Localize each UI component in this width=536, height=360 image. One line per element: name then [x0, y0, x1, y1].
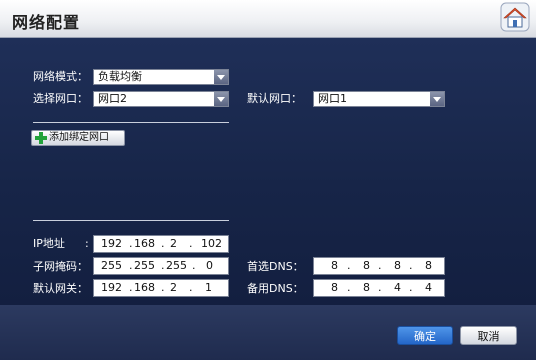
default-port-label: 默认网口： — [247, 92, 302, 105]
default-gateway-field[interactable]: 192 . 168 . 2 . 1 — [93, 279, 229, 297]
preferred-dns-field[interactable]: 8 . 8 . 8 . 8 — [313, 257, 445, 275]
dns2-octet-3: 4 — [394, 281, 401, 294]
ip-address-field[interactable]: 192 . 168 . 2 . 102 — [93, 235, 229, 253]
ip-dot: . — [378, 281, 382, 294]
select-port-label: 选择网口： — [33, 92, 88, 105]
dns2-octet-1: 8 — [331, 281, 338, 294]
dns2-octet-2: 8 — [363, 281, 370, 294]
ip-octet-2: 168 — [134, 237, 155, 250]
default-port-value: 网口1 — [318, 92, 347, 105]
ip-dot: . — [409, 281, 413, 294]
ip-dot: . — [129, 237, 133, 250]
mask-label: 子网掩码： — [33, 260, 88, 273]
gateway-octet-1: 192 — [101, 281, 122, 294]
gateway-octet-3: 2 — [170, 281, 177, 294]
ip-dot: . — [409, 259, 413, 272]
divider-bottom — [33, 220, 229, 221]
select-port-select[interactable]: 网口2 — [93, 91, 229, 107]
dns1-octet-3: 8 — [394, 259, 401, 272]
alternate-dns-field[interactable]: 8 . 8 . 4 . 4 — [313, 279, 445, 297]
dialog-footer — [0, 305, 536, 360]
add-binding-port-label: 添加绑定网口 — [49, 132, 109, 143]
ip-octet-3: 2 — [170, 237, 177, 250]
mask-octet-3: 255 — [166, 259, 187, 272]
subnet-mask-field[interactable]: 255 . 255 . 255 . 0 — [93, 257, 229, 275]
mask-octet-4: 0 — [206, 259, 213, 272]
dns1-octet-1: 8 — [331, 259, 338, 272]
mode-label: 网络模式： — [33, 70, 88, 83]
home-icon[interactable] — [500, 2, 530, 32]
cancel-button[interactable]: 取消 — [460, 326, 517, 345]
gateway-octet-2: 168 — [134, 281, 155, 294]
chevron-down-icon[interactable] — [214, 92, 228, 106]
ip-dot: . — [129, 259, 133, 272]
mask-octet-1: 255 — [101, 259, 122, 272]
ip-octet-1: 192 — [101, 237, 122, 250]
ip-dot: . — [347, 259, 351, 272]
ip-dot: . — [189, 281, 193, 294]
ip-dot: . — [347, 281, 351, 294]
ok-button[interactable]: 确定 — [397, 326, 453, 345]
ip-dot: . — [161, 237, 165, 250]
gateway-label: 默认网关： — [33, 282, 88, 295]
dns1-octet-2: 8 — [363, 259, 370, 272]
select-port-value: 网口2 — [98, 92, 127, 105]
ip-label: IP地址 — [33, 237, 65, 250]
dns1-octet-4: 8 — [425, 259, 432, 272]
chevron-down-icon[interactable] — [214, 70, 228, 84]
dialog-title: 网络配置 — [12, 13, 81, 32]
ip-dot: . — [129, 281, 133, 294]
ip-dot: . — [161, 281, 165, 294]
add-binding-port-button[interactable]: 添加绑定网口 — [31, 130, 125, 146]
divider-top — [33, 122, 229, 123]
plus-icon — [35, 132, 47, 144]
network-mode-select[interactable]: 负载均衡 — [93, 69, 229, 85]
ip-dot: . — [161, 259, 165, 272]
ip-colon: : — [85, 237, 89, 250]
chevron-down-icon[interactable] — [430, 92, 444, 106]
dns1-label: 首选DNS： — [247, 260, 304, 273]
network-config-dialog: 网络配置 网络模式： 负载均衡 选择网口： 网口2 默认网口： 网口1 添加绑定… — [0, 0, 536, 360]
dns2-label: 备用DNS： — [247, 282, 304, 295]
ip-dot: . — [192, 259, 196, 272]
dns2-octet-4: 4 — [425, 281, 432, 294]
title-bar: 网络配置 — [0, 0, 536, 38]
ip-dot: . — [189, 237, 193, 250]
network-mode-value: 负载均衡 — [98, 70, 142, 83]
ip-dot: . — [378, 259, 382, 272]
ip-octet-4: 102 — [201, 237, 222, 250]
mask-octet-2: 255 — [134, 259, 155, 272]
default-port-select[interactable]: 网口1 — [313, 91, 445, 107]
gateway-octet-4: 1 — [205, 281, 212, 294]
